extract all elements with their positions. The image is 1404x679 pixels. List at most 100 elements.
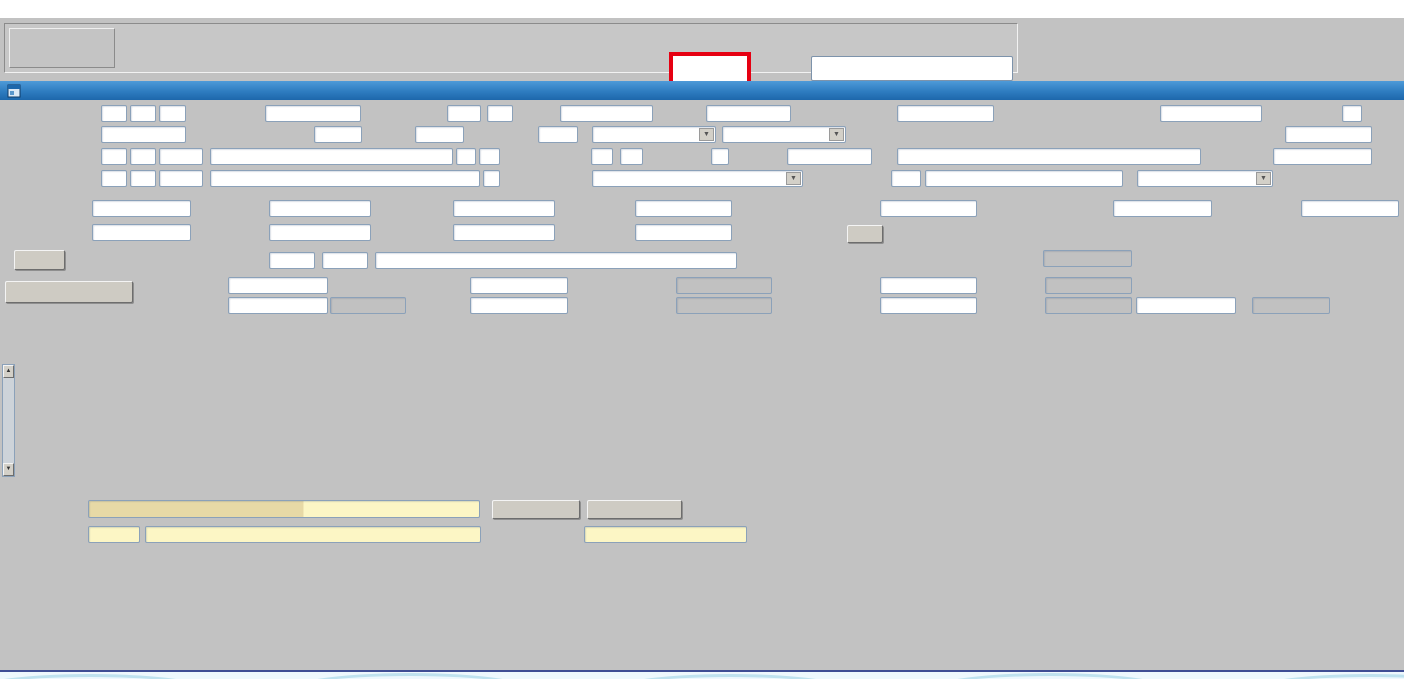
- vlr-issqn-field[interactable]: [269, 224, 371, 241]
- scroll-down-icon[interactable]: ▼: [3, 463, 14, 476]
- cliente-field-3[interactable]: [159, 148, 203, 165]
- cliente-field-4[interactable]: [456, 148, 476, 165]
- vlr-base-ir-field[interactable]: [269, 200, 371, 217]
- oe-field[interactable]: [706, 105, 791, 122]
- processo-imp-label: [1025, 107, 1157, 124]
- icms-field[interactable]: [470, 297, 568, 314]
- data-emissao-field[interactable]: [101, 126, 186, 143]
- atualizar-ncm-button[interactable]: [587, 500, 682, 519]
- representante-field-3[interactable]: [159, 170, 203, 187]
- operacao-descricao-field[interactable]: [925, 170, 1123, 187]
- sequencia-nota-field[interactable]: [897, 105, 994, 122]
- filial-destino-field-2[interactable]: [620, 148, 643, 165]
- atualizar-nf-button[interactable]: [5, 281, 133, 303]
- vlr-insumo-industr-field[interactable]: [1113, 200, 1212, 217]
- cliente-field-2[interactable]: [130, 148, 156, 165]
- vlr-taxa-field[interactable]: [538, 126, 578, 143]
- oe-label: [670, 105, 702, 122]
- vlr-issqn-label: [195, 224, 266, 241]
- vlr-base-ir-label: [195, 200, 266, 217]
- base-subst-field: [1045, 277, 1132, 294]
- inclusao-field[interactable]: [787, 148, 872, 165]
- depto-secao-descricao-field[interactable]: [375, 252, 737, 269]
- filial-destino-field-1[interactable]: [591, 148, 613, 165]
- vlr-ir-field[interactable]: [453, 224, 555, 241]
- ipi-label: [620, 299, 673, 316]
- depto-field[interactable]: [269, 252, 315, 269]
- representante-field-1[interactable]: [101, 170, 127, 187]
- tipo-dropdown-2[interactable]: ▼: [722, 126, 846, 143]
- obs-button[interactable]: [14, 250, 65, 270]
- representante-field-2[interactable]: [130, 170, 156, 187]
- vlr-nota-field[interactable]: [228, 277, 328, 294]
- serie-field[interactable]: [447, 105, 481, 122]
- ref-contabil-field[interactable]: [1273, 148, 1372, 165]
- numero-nota-label: [180, 105, 262, 122]
- processo-imp-field[interactable]: [1160, 105, 1262, 122]
- vlr-taxa-label: [480, 126, 534, 143]
- pedido-field[interactable]: [560, 105, 653, 122]
- cliente-field-1[interactable]: [101, 148, 127, 165]
- icms-retido-field[interactable]: [92, 224, 191, 241]
- gnre-label: [1288, 279, 1328, 296]
- produto-scm-codigo-field[interactable]: [88, 526, 140, 543]
- representante-field-4[interactable]: [483, 170, 500, 187]
- secao-field[interactable]: [322, 252, 368, 269]
- numero-nota-field[interactable]: [265, 105, 361, 122]
- inclusao-label: [735, 148, 784, 165]
- representante-nome-field[interactable]: [210, 170, 480, 187]
- pct-conteudo-header-line2: [1391, 520, 1404, 532]
- toolbar-blank-panel: [9, 28, 115, 68]
- frete-interno-label: [790, 299, 877, 316]
- grid-scrollbar[interactable]: ▲ ▼: [2, 364, 15, 477]
- rt-button[interactable]: [847, 225, 883, 243]
- nro-ato-field[interactable]: [1285, 126, 1372, 143]
- scroll-up-icon[interactable]: ▲: [3, 365, 14, 378]
- chevron-down-icon[interactable]: ▼: [786, 172, 801, 185]
- filial-destino-label: [520, 148, 588, 165]
- navio-field[interactable]: [314, 126, 362, 143]
- serie-entrada-field[interactable]: [1342, 105, 1362, 122]
- vlr-base-issqn-field[interactable]: [92, 200, 191, 217]
- vlr-mao-obra-field[interactable]: [635, 200, 732, 217]
- porto-field[interactable]: [415, 126, 464, 143]
- cliente-field-5[interactable]: [479, 148, 500, 165]
- frete-destacado-field[interactable]: [880, 277, 977, 294]
- desconto-field[interactable]: [1136, 297, 1236, 314]
- icms-subst-label: [975, 299, 1041, 316]
- tipo-dropdown-1[interactable]: ▼: [592, 126, 716, 143]
- vlr-inss-field[interactable]: [635, 224, 732, 241]
- empresa-field-1[interactable]: [101, 105, 127, 122]
- produto-bottom-field[interactable]: [88, 500, 480, 518]
- chave-nfe-field[interactable]: [897, 148, 1201, 165]
- produto-bottom-label: [50, 505, 88, 517]
- vlr-base-inss-field[interactable]: [453, 200, 555, 217]
- grupo-operacao-dropdown[interactable]: ▼: [592, 170, 803, 187]
- system-icon: [7, 84, 21, 98]
- footer-watermark: [0, 672, 1404, 679]
- base-subst-label: [975, 279, 1041, 296]
- window-titlebar: [0, 0, 1404, 18]
- gnre-field: [1252, 297, 1330, 314]
- chevron-down-icon[interactable]: ▼: [829, 128, 844, 141]
- vlr-insumo-terceiros-field[interactable]: [880, 200, 977, 217]
- chevron-down-icon[interactable]: ▼: [699, 128, 714, 141]
- depto-secao-header: [916, 520, 980, 532]
- empresa-field-2[interactable]: [130, 105, 156, 122]
- produto-scm-descricao-field[interactable]: [145, 526, 481, 543]
- application-window: ▼ ▼ ▼ ▼: [0, 0, 1404, 679]
- frete-interno-field[interactable]: [880, 297, 977, 314]
- serie-entrada-label: [1270, 107, 1338, 124]
- vlr-produto-field[interactable]: [228, 297, 328, 314]
- vlr-insumo-sebo-field[interactable]: [1301, 200, 1399, 217]
- chevron-down-icon[interactable]: ▼: [1256, 172, 1271, 185]
- nota-remessa-scm-field[interactable]: [584, 526, 747, 543]
- sigla-frete-field[interactable]: [711, 148, 729, 165]
- operacao-dropdown[interactable]: ▼: [1137, 170, 1273, 187]
- cliente-nome-field[interactable]: [210, 148, 453, 165]
- limpa-tela-button[interactable]: [492, 500, 580, 519]
- depto-secao-label: [200, 252, 266, 269]
- operacao-codigo-field[interactable]: [891, 170, 921, 187]
- base-icms-field[interactable]: [470, 277, 568, 294]
- user-field[interactable]: [811, 56, 1013, 81]
